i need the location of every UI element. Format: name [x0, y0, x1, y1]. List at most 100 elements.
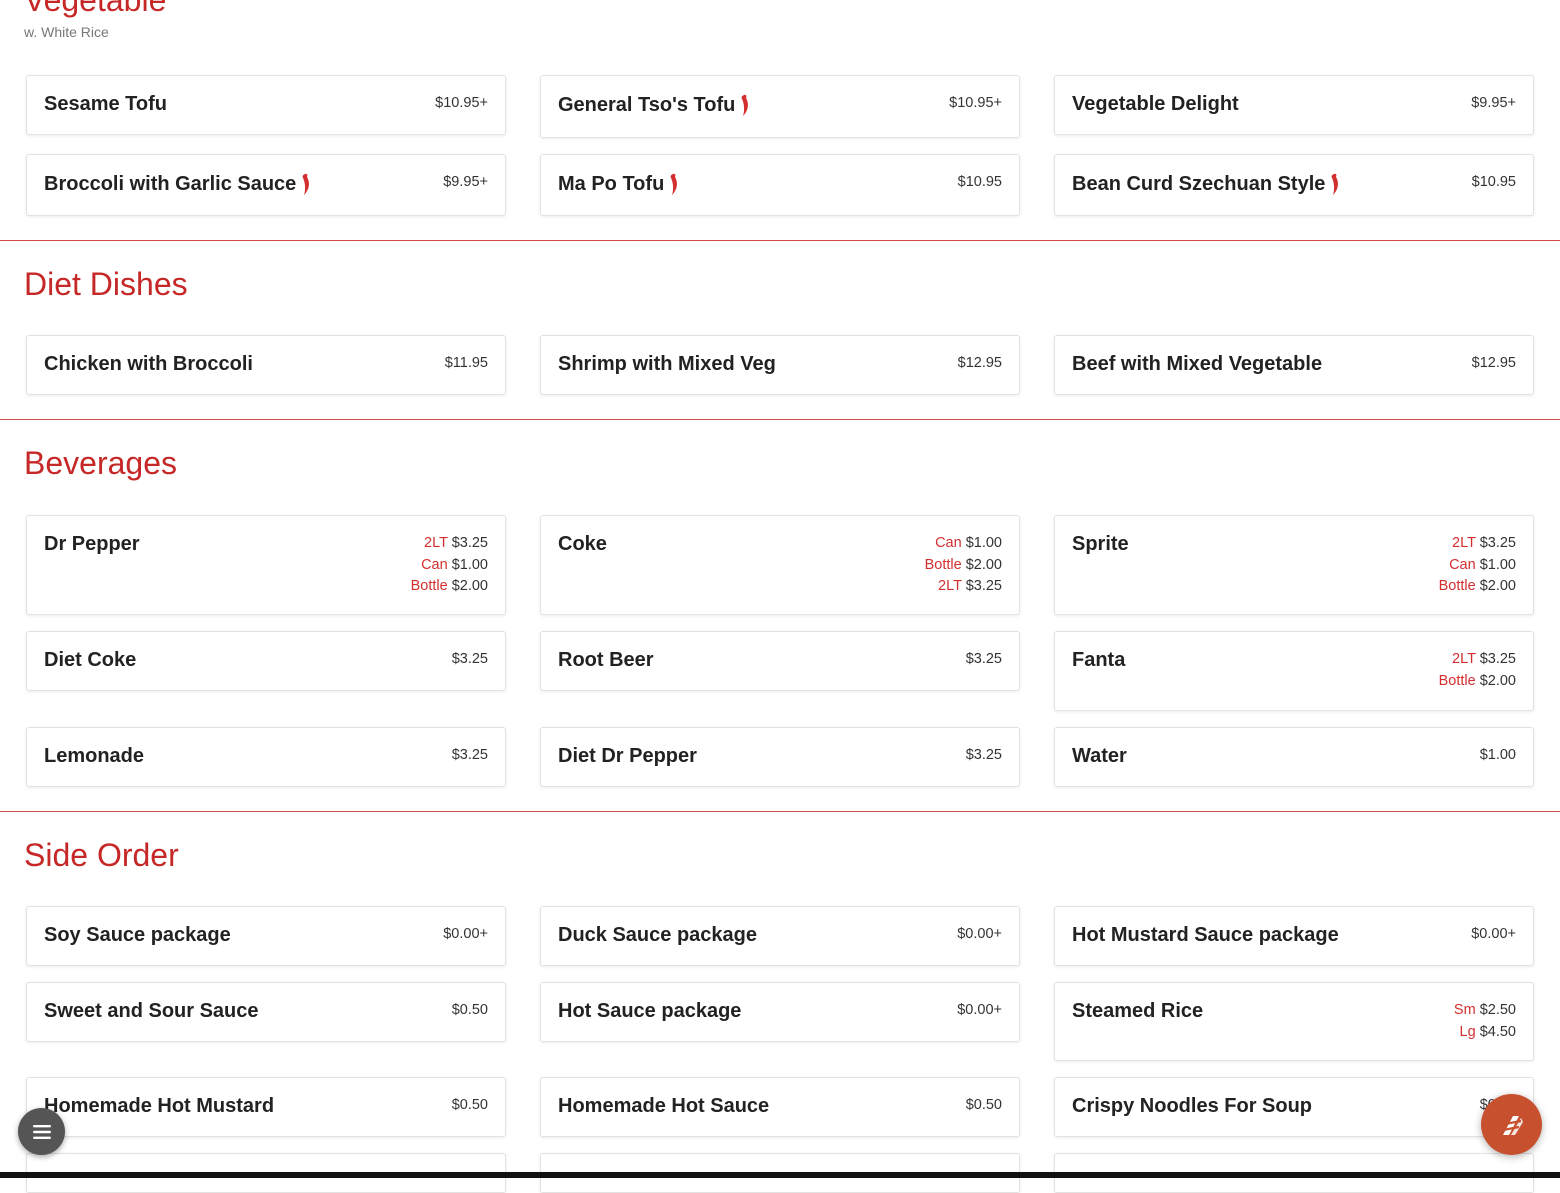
- size-label: 2LT: [424, 535, 448, 551]
- size-label: Bottle: [924, 556, 962, 573]
- section-title-side-order: Side Order: [24, 837, 179, 873]
- item-name: Sprite: [1072, 533, 1129, 555]
- section-subtitle: w. White Rice: [24, 24, 109, 40]
- item-name: Steamed Rice: [1072, 1000, 1204, 1022]
- menu-item-card[interactable]: Soy Sauce package $0.00+: [26, 906, 506, 966]
- item-price: $0.00+: [957, 1002, 1002, 1018]
- price-options: 2LT $3.25 Can $1.00 Bottle $2.00: [1439, 533, 1516, 598]
- item-name: Duck Sauce package: [558, 924, 757, 946]
- size-price: $2.00: [1479, 578, 1516, 594]
- size-price: $3.25: [451, 535, 488, 551]
- bottom-edge-bar: [0, 1172, 1560, 1178]
- section-divider: [0, 419, 1560, 420]
- section-divider: [0, 811, 1560, 812]
- size-price: $3.25: [1479, 651, 1516, 667]
- menu-item-card[interactable]: Water $1.00: [1054, 727, 1534, 787]
- size-price: $2.00: [451, 578, 488, 594]
- menu-item-card[interactable]: Dr Pepper 2LT $3.25 Can $1.00 Bottle $2.…: [26, 515, 506, 615]
- menu-item-card[interactable]: Steamed Rice Sm $2.50 Lg $4.50: [1054, 982, 1534, 1061]
- item-name: Sesame Tofu: [44, 93, 167, 115]
- menu-item-card[interactable]: Fanta 2LT $3.25 Bottle $2.00: [1054, 631, 1534, 711]
- item-name: Diet Dr Pepper: [558, 745, 697, 767]
- menu-icon: [32, 1124, 51, 1139]
- item-name: Fanta: [1072, 649, 1126, 671]
- item-name: Beef with Mixed Vegetable: [1072, 353, 1323, 375]
- item-price: $10.95: [957, 174, 1002, 190]
- menu-item-card[interactable]: Bean Curd Szechuan Style $10.95: [1054, 154, 1534, 216]
- menu-item-card[interactable]: Diet Coke $3.25: [26, 631, 506, 691]
- menu-item-card[interactable]: Shrimp with Mixed Veg $12.95: [540, 335, 1020, 395]
- menu-item-card[interactable]: Diet Dr Pepper $3.25: [540, 727, 1020, 787]
- price-options: Sm $2.50 Lg $4.50: [1454, 1000, 1516, 1043]
- section-title-beverages: Beverages: [24, 445, 177, 481]
- item-price: $0.50: [451, 1097, 488, 1113]
- menu-item-card[interactable]: Sweet and Sour Sauce $0.50: [26, 982, 506, 1042]
- order-button[interactable]: [1481, 1094, 1542, 1155]
- size-price: $4.50: [1479, 1023, 1516, 1040]
- menu-item-card[interactable]: Homemade Hot Mustard $0.50: [26, 1077, 506, 1137]
- item-price: $0.50: [965, 1097, 1002, 1113]
- item-price: $10.95: [1471, 174, 1516, 190]
- chili-pepper-icon: [741, 94, 749, 116]
- size-price: $3.25: [965, 578, 1002, 594]
- chili-pepper-icon: [1332, 173, 1339, 195]
- item-name: Soy Sauce package: [44, 924, 231, 946]
- menu-item-card[interactable]: Sesame Tofu $10.95+: [26, 75, 506, 135]
- size-label: Can: [935, 535, 962, 551]
- size-label: Can: [421, 556, 448, 573]
- item-name: Root Beer: [558, 649, 654, 671]
- menu-button[interactable]: [18, 1108, 65, 1155]
- item-price: $12.95: [957, 355, 1002, 371]
- item-price: $9.95+: [1471, 95, 1516, 111]
- item-price: $0.00+: [1471, 926, 1516, 942]
- item-name: Diet Coke: [44, 649, 137, 671]
- menu-item-card[interactable]: Ma Po Tofu $10.95: [540, 154, 1020, 216]
- item-name: Homemade Hot Sauce: [558, 1095, 770, 1117]
- size-label: Bottle: [1438, 578, 1476, 594]
- size-label: Lg: [1459, 1023, 1476, 1040]
- menu-item-card[interactable]: Chicken with Broccoli $11.95: [26, 335, 506, 395]
- item-name: Coke: [558, 533, 607, 555]
- price-options: Can $1.00 Bottle $2.00 2LT $3.25: [925, 533, 1002, 598]
- item-name: Chicken with Broccoli: [44, 353, 253, 375]
- item-price: $0.50: [451, 1002, 488, 1018]
- menu-item-card[interactable]: Homemade Hot Sauce $0.50: [540, 1077, 1020, 1137]
- item-name: Ma Po Tofu: [558, 172, 665, 195]
- item-name: Crispy Noodles For Soup: [1072, 1095, 1313, 1117]
- item-name: Vegetable Delight: [1072, 93, 1239, 115]
- item-price: $10.95+: [949, 95, 1002, 111]
- menu-item-card[interactable]: Broccoli with Garlic Sauce $9.95+: [26, 154, 506, 216]
- item-price: $0.00+: [443, 926, 488, 942]
- menu-item-card[interactable]: Coke Can $1.00 Bottle $2.00 2LT $3.25: [540, 515, 1020, 615]
- menu-item-card[interactable]: Vegetable Delight $9.95+: [1054, 75, 1534, 135]
- menu-item-card[interactable]: Hot Sauce package $0.00+: [540, 982, 1020, 1042]
- item-price: $3.25: [451, 651, 488, 667]
- item-name: General Tso's Tofu: [558, 93, 736, 116]
- item-name: Bean Curd Szechuan Style: [1072, 172, 1326, 195]
- item-name: Shrimp with Mixed Veg: [558, 353, 776, 375]
- menu-item-card[interactable]: Beef with Mixed Vegetable $12.95: [1054, 335, 1534, 395]
- item-price: $3.25: [965, 747, 1002, 763]
- item-name: Sweet and Sour Sauce: [44, 1000, 259, 1022]
- menu-item-card[interactable]: General Tso's Tofu $10.95+: [540, 75, 1020, 138]
- size-label: Sm: [1453, 1002, 1476, 1018]
- size-price: $2.00: [1479, 672, 1516, 689]
- size-price: $2.50: [1479, 1002, 1516, 1018]
- item-name: Hot Sauce package: [558, 1000, 742, 1022]
- item-price: $3.25: [451, 747, 488, 763]
- item-name: Hot Mustard Sauce package: [1072, 924, 1339, 946]
- item-name: Broccoli with Garlic Sauce: [44, 172, 297, 195]
- menu-item-card[interactable]: Sprite 2LT $3.25 Can $1.00 Bottle $2.00: [1054, 515, 1534, 615]
- item-name: Dr Pepper: [44, 533, 140, 555]
- size-price: $1.00: [965, 535, 1002, 551]
- size-label: Bottle: [410, 578, 448, 594]
- menu-item-card[interactable]: Hot Mustard Sauce package $0.00+: [1054, 906, 1534, 966]
- menu-item-card[interactable]: Duck Sauce package $0.00+: [540, 906, 1020, 966]
- item-name: Water: [1072, 745, 1127, 767]
- item-price: $11.95: [444, 355, 488, 371]
- section-title-vegetable: Vegetable: [24, 0, 167, 18]
- menu-item-card[interactable]: Root Beer $3.25: [540, 631, 1020, 691]
- menu-item-card[interactable]: Crispy Noodles For Soup $0.50: [1054, 1077, 1534, 1137]
- menu-item-card[interactable]: Lemonade $3.25: [26, 727, 506, 787]
- size-price: $1.00: [1479, 556, 1516, 573]
